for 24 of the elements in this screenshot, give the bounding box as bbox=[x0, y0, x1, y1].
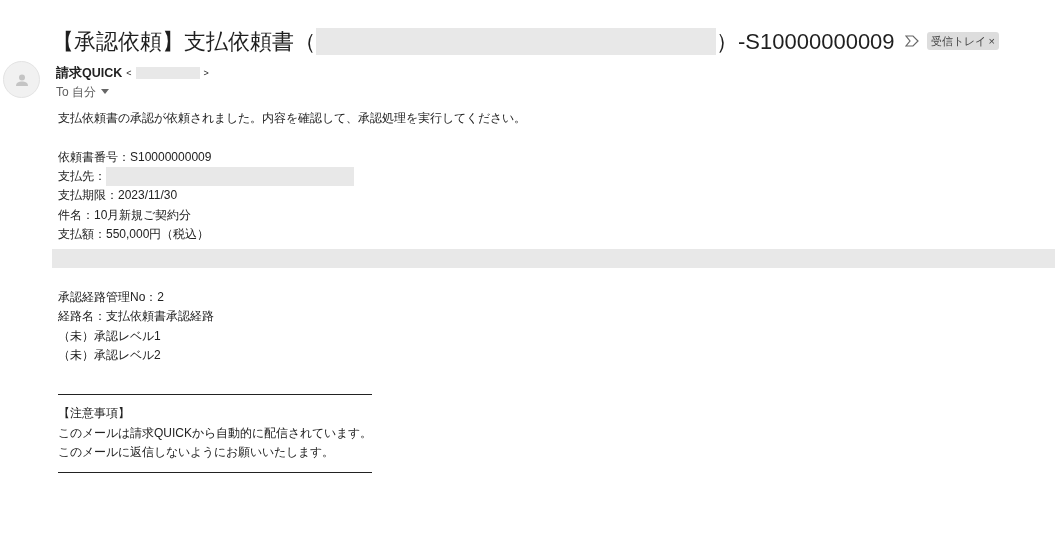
sender-name: 請求QUICK bbox=[56, 65, 123, 82]
subject-text: 【承認依頼】支払依頼書（ bbox=[52, 27, 316, 56]
subject-text: ）-S10000000009 bbox=[716, 27, 895, 56]
body-line: （未）承認レベル2 bbox=[58, 347, 162, 365]
body-line: 依頼書番号：S10000000009 bbox=[58, 148, 213, 166]
recipient-dropdown[interactable]: To 自分 bbox=[56, 82, 109, 101]
body-line: 支払期限：2023/11/30 bbox=[58, 187, 179, 205]
person-icon bbox=[14, 72, 29, 87]
angle-bracket: < bbox=[126, 66, 132, 80]
body-line: このメールに返信しないようにお願いいたします。 bbox=[58, 444, 335, 461]
body-line: このメールは請求QUICKから自動的に配信されています。 bbox=[58, 424, 373, 442]
body-line: 【注意事項】 bbox=[58, 405, 131, 423]
angle-bracket: > bbox=[203, 66, 209, 80]
body-line: 支払先： bbox=[58, 167, 106, 185]
body-line: 承認経路管理No：2 bbox=[58, 288, 165, 306]
body-line: 支払依頼書の承認が依頼されました。内容を確認して、承認処理を実行してください。 bbox=[58, 109, 527, 127]
body-line: 経路名：支払依頼書承認経路 bbox=[58, 308, 215, 326]
body-line: （未）承認レベル1 bbox=[58, 327, 162, 345]
importance-marker-icon[interactable] bbox=[904, 35, 919, 47]
caret-icon bbox=[101, 89, 109, 95]
body-line: 支払額：550,000円（税込） bbox=[58, 226, 211, 244]
label-chip: 受信トレイ × bbox=[926, 31, 1000, 51]
body-line: 件名：10月新規ご契約分 bbox=[58, 206, 193, 224]
remove-label-button[interactable]: × bbox=[985, 35, 996, 47]
